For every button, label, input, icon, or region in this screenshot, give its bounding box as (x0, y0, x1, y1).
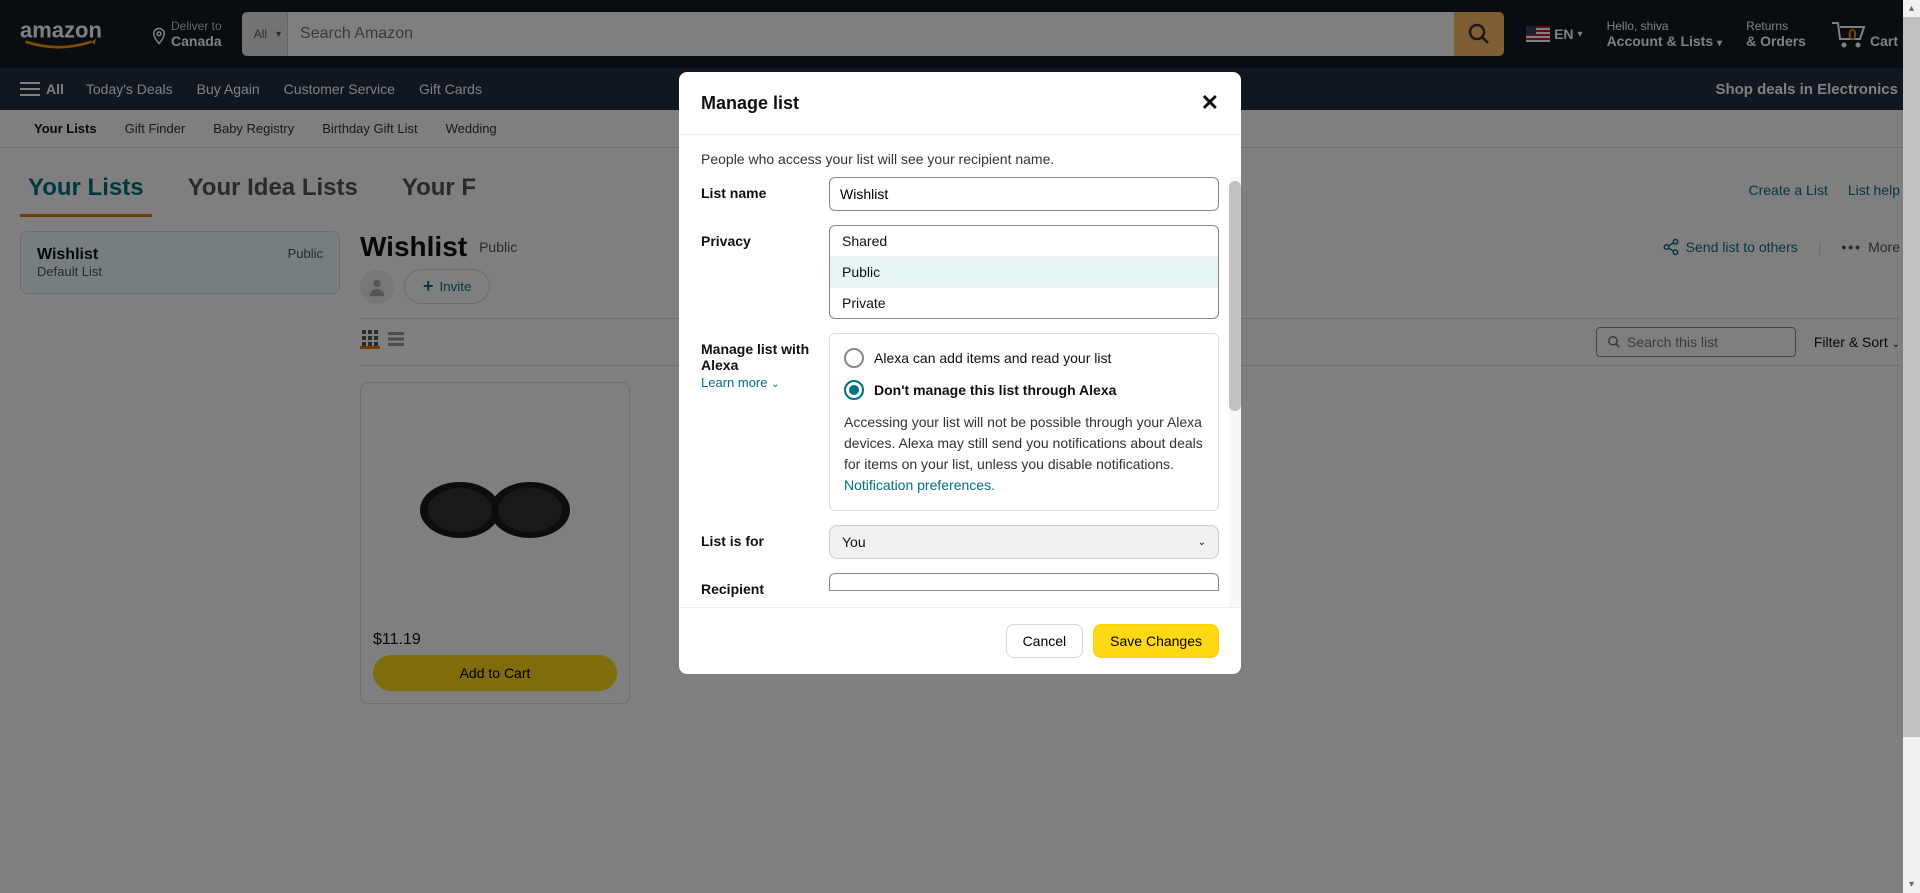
close-icon[interactable]: ✕ (1201, 90, 1219, 116)
scroll-up-arrow[interactable]: ▴ (1903, 0, 1920, 17)
radio-icon (844, 348, 864, 368)
list-for-select[interactable]: You ⌄ (829, 525, 1219, 559)
radio-icon (844, 380, 864, 400)
list-name-label: List name (701, 177, 829, 211)
privacy-option-public[interactable]: Public (830, 257, 1218, 288)
modal-subtitle: People who access your list will see you… (679, 135, 1241, 177)
list-for-value: You (842, 534, 866, 550)
chevron-down-icon: ⌄ (1198, 537, 1206, 548)
chevron-down-icon: ⌄ (771, 379, 779, 390)
recipient-label: Recipient (701, 573, 829, 597)
modal-overlay[interactable]: Manage list ✕ People who access your lis… (0, 0, 1920, 893)
alexa-option-manage[interactable]: Alexa can add items and read your list (844, 348, 1204, 368)
alexa-label: Manage list with Alexa Learn more ⌄ (701, 333, 829, 511)
alexa-dont-manage-label: Don't manage this list through Alexa (874, 382, 1116, 398)
alexa-option-dont-manage[interactable]: Don't manage this list through Alexa (844, 380, 1204, 400)
privacy-option-private[interactable]: Private (830, 288, 1218, 318)
privacy-option-shared[interactable]: Shared (830, 226, 1218, 257)
list-name-input[interactable] (829, 177, 1219, 211)
notification-preferences-link[interactable]: Notification preferences. (844, 477, 995, 493)
manage-list-modal: Manage list ✕ People who access your lis… (679, 72, 1241, 674)
alexa-description: Accessing your list will not be possible… (844, 412, 1204, 496)
alexa-manage-label: Alexa can add items and read your list (874, 350, 1111, 366)
scroll-down-arrow[interactable]: ▾ (1903, 876, 1920, 893)
save-changes-button[interactable]: Save Changes (1093, 624, 1219, 658)
page-scrollbar[interactable]: ▴ ▾ (1903, 0, 1920, 893)
privacy-dropdown[interactable]: Shared Public Private (829, 225, 1219, 319)
alexa-desc-text: Accessing your list will not be possible… (844, 414, 1203, 472)
modal-scrollbar[interactable] (1229, 177, 1241, 607)
modal-body: List name Privacy Shared Public Private (679, 177, 1241, 607)
learn-more-link[interactable]: Learn more ⌄ (701, 375, 829, 390)
modal-title: Manage list (701, 93, 799, 114)
privacy-label: Privacy (701, 225, 829, 319)
list-for-label: List is for (701, 525, 829, 559)
cancel-button[interactable]: Cancel (1006, 624, 1084, 658)
alexa-options-box: Alexa can add items and read your list D… (829, 333, 1219, 511)
learn-more-text: Learn more (701, 375, 767, 390)
alexa-label-text: Manage list with Alexa (701, 341, 809, 373)
recipient-input[interactable] (829, 573, 1219, 591)
